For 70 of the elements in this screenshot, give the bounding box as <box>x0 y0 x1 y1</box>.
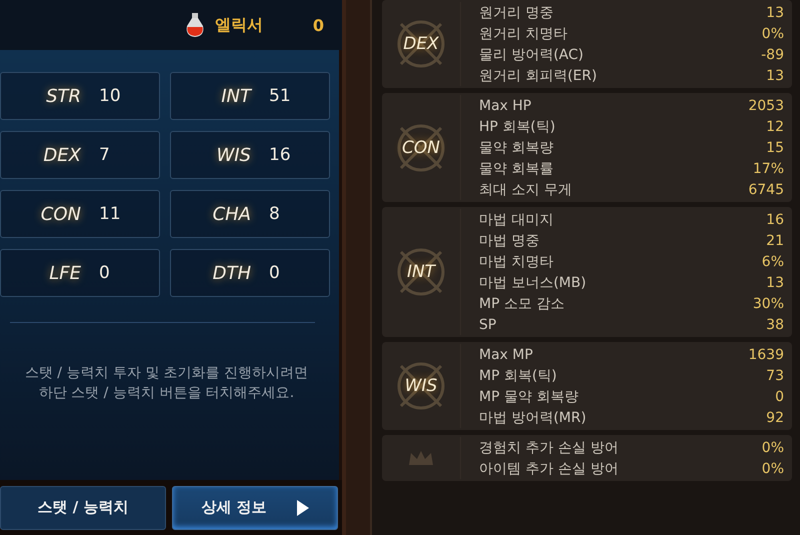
stat-name: DEX <box>42 144 81 166</box>
emblem-label: DEX <box>403 34 439 54</box>
attribute-label: 원거리 회피력(ER) <box>479 66 597 84</box>
attribute-label: 물약 회복량 <box>479 138 554 156</box>
attribute-value: 6% <box>762 254 784 270</box>
attribute-label: 마법 치명타 <box>479 252 554 270</box>
attribute-value: 17% <box>752 160 784 176</box>
stat-name: DTH <box>212 262 251 284</box>
attribute-label: MP 물약 회복량 <box>479 388 578 406</box>
attribute-label: 최대 소지 무게 <box>479 180 572 198</box>
attribute-label: 마법 방어력(MR) <box>479 408 586 426</box>
attribute-value: 0% <box>762 460 784 476</box>
stat-value: 7 <box>99 145 111 165</box>
attribute-label: MP 회복(틱) <box>479 366 557 384</box>
attribute-value: 0% <box>762 26 784 42</box>
stat-name: WIS <box>215 144 251 166</box>
attribute-label: Max HP <box>479 98 532 114</box>
attribute-value: 92 <box>766 410 784 426</box>
elixir-label: 엘릭서 <box>214 14 263 36</box>
stat-value: 0 <box>269 263 281 283</box>
attribute-value: 30% <box>752 296 784 312</box>
attribute-label: 아이템 추가 손실 방어 <box>479 460 618 478</box>
stat-name: CON <box>40 204 81 224</box>
stat-value: 51 <box>269 86 292 106</box>
tab[interactable]: 스탯 / 능력치 <box>0 486 166 530</box>
attribute-value: 13 <box>766 274 784 290</box>
attribute-value: 15 <box>766 140 784 156</box>
crown-icon <box>409 451 433 465</box>
attribute-label: 원거리 치명타 <box>479 24 568 42</box>
play-icon <box>296 500 309 516</box>
emblem-label: WIS <box>404 376 438 396</box>
elixir-count: 0 <box>312 16 324 34</box>
attribute-value: 0% <box>762 440 784 456</box>
tab[interactable]: 상세 정보 <box>172 486 338 530</box>
attribute-label: 마법 명중 <box>479 232 540 250</box>
emblem-label: INT <box>406 262 436 282</box>
stat-name: STR <box>45 86 81 106</box>
attribute-label: 물리 방어력(AC) <box>479 46 584 64</box>
attribute-label: HP 회복(틱) <box>479 118 556 136</box>
emblem-label: CON <box>402 138 440 158</box>
attribute-label: MP 소모 감소 <box>479 294 564 312</box>
stat-value: 0 <box>99 263 111 283</box>
attribute-value: 6745 <box>748 182 784 198</box>
attribute-label: SP <box>479 316 496 332</box>
attribute-value: 21 <box>766 232 784 248</box>
stat-value: 8 <box>269 204 281 224</box>
stat-name: CHA <box>212 204 251 224</box>
stat-value: 16 <box>269 145 292 165</box>
attribute-value: 13 <box>766 68 784 84</box>
notice-text: 스탯 / 능력치 투자 및 초기화를 진행하시려면 하단 스탯 / 능력치 버튼을 터치해주세요. <box>24 364 310 403</box>
attribute-value: 2053 <box>748 98 784 114</box>
potion-icon <box>184 12 205 38</box>
attribute-value: 1639 <box>748 346 784 362</box>
attribute-value: 16 <box>766 212 784 228</box>
attribute-label: Max MP <box>479 346 533 362</box>
attribute-value: 38 <box>766 316 784 332</box>
attribute-value: 73 <box>766 368 784 384</box>
stat-name: INT <box>220 86 251 106</box>
attribute-value: -89 <box>761 46 784 62</box>
attribute-label: 마법 보너스(MB) <box>479 274 586 292</box>
stat-name: LFE <box>48 262 81 284</box>
attribute-value: 13 <box>766 4 784 20</box>
attribute-value: 0 <box>775 388 784 404</box>
stat-value: 11 <box>99 204 122 224</box>
attribute-value: 12 <box>766 118 784 134</box>
attribute-label: 물약 회복률 <box>479 160 554 178</box>
attribute-label: 경험치 추가 손실 방어 <box>479 438 618 456</box>
stat-value: 10 <box>99 86 122 106</box>
attribute-label: 원거리 명중 <box>479 4 554 22</box>
attribute-label: 마법 대미지 <box>479 210 554 228</box>
